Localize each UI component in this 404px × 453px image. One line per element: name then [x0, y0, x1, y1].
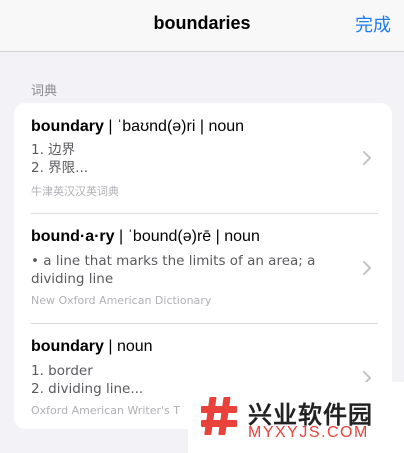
entry-source: New Oxford American Dictionary — [31, 294, 212, 307]
entry-headword: boundary — [31, 118, 104, 135]
entry-definition: 1. 边界 2. 界限... — [31, 141, 331, 177]
dictionary-lookup-screen: boundaries 完成 词典 boundary | ˈbaʊnd(ə)ri … — [0, 0, 404, 453]
dictionary-entry[interactable]: boundary | ˈbaʊnd(ə)ri | noun 1. 边界 2. 界… — [14, 103, 392, 213]
watermark-url: MYXYJS.COM — [248, 424, 369, 441]
entry-definition: • a line that marks the limits of an are… — [31, 252, 331, 288]
definition-line: • a line that marks the limits of an are… — [31, 253, 316, 269]
entry-pronunciation: ˈbaʊnd(ə)ri — [116, 118, 196, 135]
separator: | — [114, 228, 128, 245]
hash-logo-icon — [201, 397, 237, 435]
chevron-right-icon — [363, 151, 371, 165]
definition-line: dividing line — [31, 271, 114, 287]
done-button[interactable]: 完成 — [355, 11, 391, 37]
dictionary-results-list: boundary | ˈbaʊnd(ə)ri | noun 1. 边界 2. 界… — [14, 103, 392, 429]
definition-line: 1. border — [31, 363, 93, 379]
dictionary-entry[interactable]: bound·a·ry | ˈbound(ə)rē | noun • a line… — [14, 214, 392, 323]
separator: | — [211, 228, 225, 245]
entry-source: Oxford American Writer's T — [31, 404, 180, 417]
section-header: 词典 — [31, 84, 58, 99]
definition-line: 1. 边界 — [31, 142, 76, 158]
separator: | — [103, 118, 117, 135]
separator: | — [195, 118, 209, 135]
entry-part-of-speech: noun — [116, 338, 153, 355]
entry-headline: bound·a·ry | ˈbound(ə)rē | noun — [31, 228, 260, 246]
entry-source: 牛津英汉汉英词典 — [31, 185, 119, 198]
chevron-right-icon — [363, 261, 371, 275]
entry-headword: bound·a·ry — [31, 228, 115, 245]
entry-headline: boundary | ˈbaʊnd(ə)ri | noun — [31, 118, 244, 136]
definition-line: 2. 界限... — [31, 160, 89, 176]
watermark: 兴业软件园 MYXYJS.COM — [188, 382, 404, 453]
entry-headword: boundary — [31, 338, 104, 355]
separator: | — [103, 338, 117, 355]
entry-part-of-speech: noun — [224, 228, 260, 245]
page-title: boundaries — [153, 13, 251, 33]
entry-part-of-speech: noun — [208, 118, 245, 135]
entry-pronunciation: ˈbound(ə)rē — [127, 228, 212, 245]
navigation-bar: boundaries 完成 — [0, 0, 404, 52]
entry-headline: boundary | noun — [31, 338, 153, 356]
